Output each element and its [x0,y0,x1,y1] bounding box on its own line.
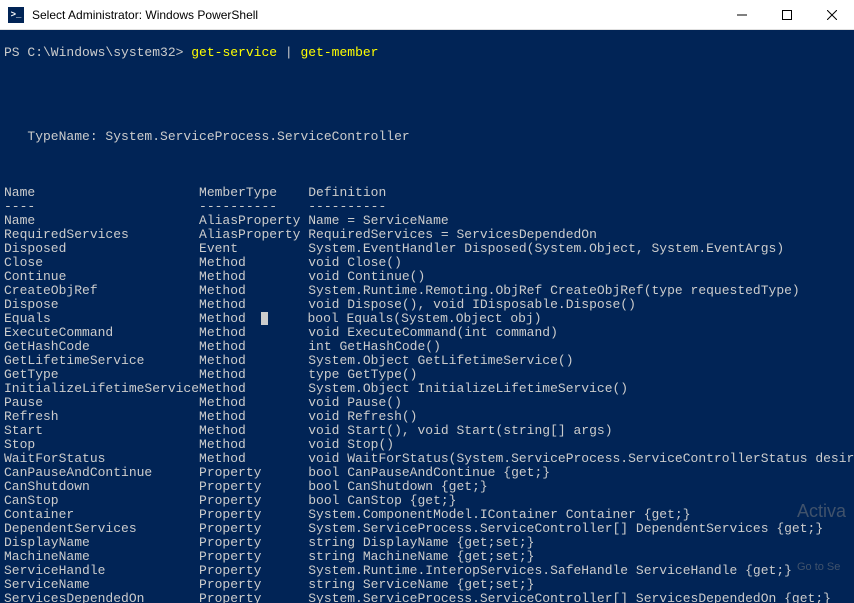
table-row: MachineName Property string MachineName … [4,550,850,564]
table-row: DependentServices Property System.Servic… [4,522,850,536]
table-row: InitializeLifetimeServiceMethod System.O… [4,382,850,396]
table-row: Disposed Event System.EventHandler Dispo… [4,242,850,256]
table-row: GetType Method type GetType() [4,368,850,382]
table-row: ExecuteCommand Method void ExecuteComman… [4,326,850,340]
table-row: WaitForStatus Method void WaitForStatus(… [4,452,850,466]
terminal-output[interactable]: PS C:\Windows\system32> get-service | ge… [0,30,854,603]
table-row: CanPauseAndContinue Property bool CanPau… [4,466,850,480]
prompt-text: PS C:\Windows\system32> [4,45,191,60]
window-title: Select Administrator: Windows PowerShell [32,8,719,22]
table-row: CanStop Property bool CanStop {get;} [4,494,850,508]
table-row: CreateObjRef Method System.Runtime.Remot… [4,284,850,298]
pipe-operator: | [277,45,300,60]
blank-line [4,158,850,172]
minimize-button[interactable] [719,0,764,30]
maximize-icon [782,10,792,20]
table-row: ServicesDependedOn Property System.Servi… [4,592,850,603]
table-row: CanShutdown Property bool CanShutdown {g… [4,480,850,494]
typename-line: TypeName: System.ServiceProcess.ServiceC… [4,130,850,144]
table-row: Start Method void Start(), void Start(st… [4,424,850,438]
table-row: ServiceHandle Property System.Runtime.In… [4,564,850,578]
table-row: Container Property System.ComponentModel… [4,508,850,522]
table-row: DisplayName Property string DisplayName … [4,536,850,550]
command-2: get-member [300,45,378,60]
table-row: GetLifetimeService Method System.Object … [4,354,850,368]
powershell-icon: >_ [8,7,24,23]
command-1: get-service [191,45,277,60]
table-header-row: Name MemberType Definition [4,186,850,200]
minimize-icon [737,10,747,20]
table-row: Name AliasProperty Name = ServiceName [4,214,850,228]
table-row: Refresh Method void Refresh() [4,410,850,424]
blank-line [4,74,850,88]
command-line: PS C:\Windows\system32> get-service | ge… [4,46,850,60]
close-icon [827,10,837,20]
blank-line [4,102,850,116]
table-row: Equals Method bool Equals(System.Object … [4,312,850,326]
table-row: Stop Method void Stop() [4,438,850,452]
close-button[interactable] [809,0,854,30]
table-row: Continue Method void Continue() [4,270,850,284]
table-row: Close Method void Close() [4,256,850,270]
window-titlebar[interactable]: >_ Select Administrator: Windows PowerSh… [0,0,854,30]
table-row: ServiceName Property string ServiceName … [4,578,850,592]
table-row: RequiredServices AliasProperty RequiredS… [4,228,850,242]
table-header-row: ---- ---------- ---------- [4,200,850,214]
table-row: GetHashCode Method int GetHashCode() [4,340,850,354]
window-controls [719,0,854,30]
table-row: Dispose Method void Dispose(), void IDis… [4,298,850,312]
table-row: Pause Method void Pause() [4,396,850,410]
maximize-button[interactable] [764,0,809,30]
